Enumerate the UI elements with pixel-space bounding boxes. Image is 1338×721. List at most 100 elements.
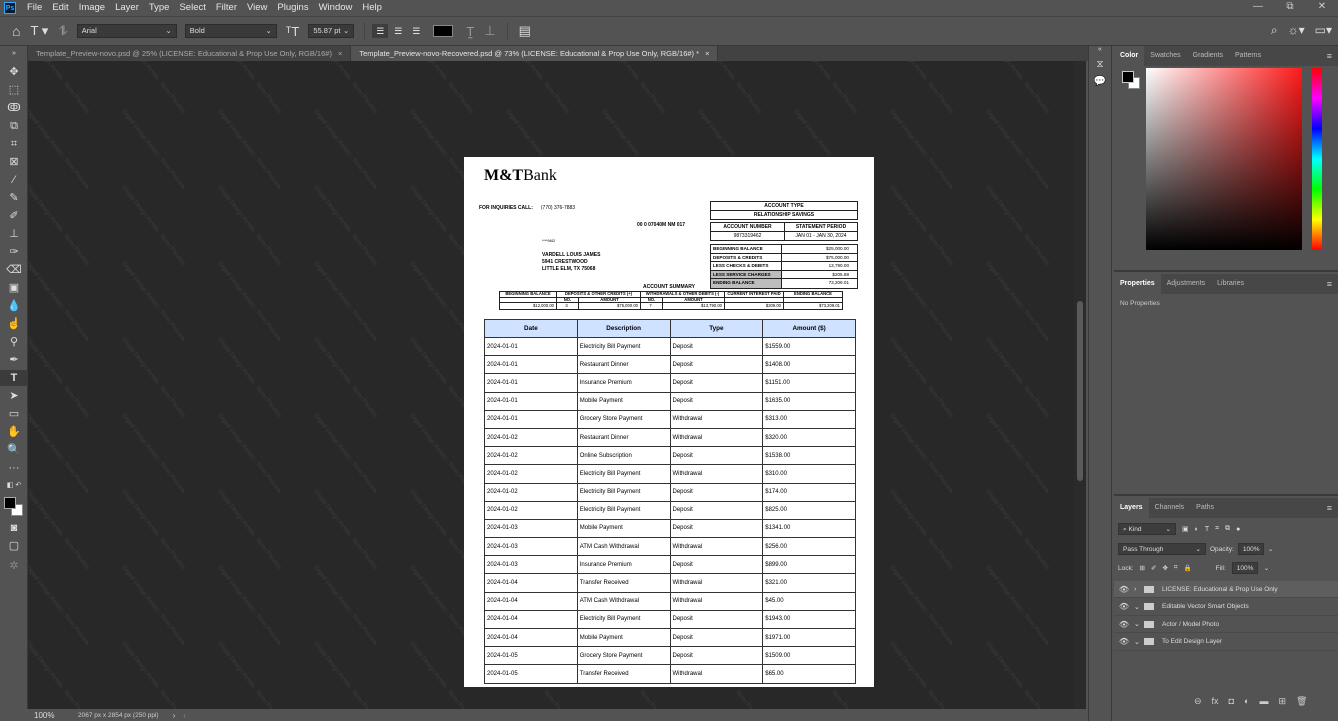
brush-tool-icon[interactable]: ✐ (0, 208, 28, 224)
layer-row[interactable]: 👁 ⌄ Actor / Model Photo (1114, 616, 1338, 633)
frame-tool-icon[interactable]: ⊠ (0, 154, 28, 170)
canvas-area[interactable]: Digital Design Assets - Novo Preview Digi… (28, 61, 1074, 709)
menu-plugins[interactable]: Plugins (272, 0, 313, 16)
blend-mode-select[interactable]: Pass Through ⌄ (1118, 543, 1206, 555)
history-brush-tool-icon[interactable]: ✑ (0, 244, 28, 260)
object-selection-tool-icon[interactable]: ⧉ (0, 118, 28, 134)
more-tools-icon[interactable]: ··· (0, 460, 28, 476)
restore-button[interactable]: ⧉ (1274, 0, 1306, 16)
foreground-color-swatch[interactable] (1122, 71, 1134, 83)
font-family-select[interactable]: Arial ⌄ (76, 24, 177, 38)
chevron-right-icon[interactable]: › (1134, 586, 1144, 593)
link-layers-icon[interactable]: ⊖ (1194, 696, 1202, 707)
filter-smart-object-icon[interactable]: ⧉ (1225, 525, 1230, 533)
opacity-input[interactable]: 100% (1237, 543, 1264, 555)
menu-file[interactable]: File (22, 0, 47, 16)
tab-color[interactable]: Color (1114, 46, 1145, 66)
fill-input[interactable]: 100% (1231, 562, 1258, 574)
panel-menu-icon[interactable]: ≡ (1327, 503, 1332, 513)
brightness-icon[interactable]: ☼▾ (1288, 23, 1305, 38)
crop-tool-icon[interactable]: ⌗ (0, 136, 28, 152)
filter-adjustment-icon[interactable]: ◐ (1195, 526, 1199, 533)
lock-position-icon[interactable]: ✥ (1162, 564, 1167, 572)
tab-layers[interactable]: Layers (1114, 498, 1149, 518)
visibility-eye-icon[interactable]: 👁 (1114, 620, 1134, 629)
lasso-tool-icon[interactable]: ↂ (0, 100, 28, 116)
lock-transparent-icon[interactable]: ⊞ (1140, 564, 1145, 572)
add-mask-icon[interactable]: ◘ (1229, 696, 1234, 707)
layer-style-icon[interactable]: fx (1212, 696, 1219, 707)
close-window-button[interactable]: ✕ (1306, 0, 1338, 16)
layer-row[interactable]: 👁 ⌄ Editable Vector Smart Objects (1114, 599, 1338, 616)
eraser-tool-icon[interactable]: ⌫ (0, 262, 28, 278)
visibility-eye-icon[interactable]: 👁 (1114, 637, 1134, 646)
chevron-down-icon[interactable]: ⌄ (1134, 620, 1144, 628)
menu-edit[interactable]: Edit (47, 0, 73, 16)
tab-patterns[interactable]: Patterns (1229, 46, 1267, 66)
tab-paths[interactable]: Paths (1190, 498, 1220, 518)
text-color-swatch[interactable] (433, 25, 454, 37)
swap-colors-icon[interactable]: ◧ ↶ (0, 478, 28, 494)
new-group-icon[interactable]: ▬ (1259, 696, 1268, 707)
collapse-toolbar-icon[interactable]: » (0, 46, 28, 62)
screen-mode-icon[interactable]: ▢ (0, 538, 28, 554)
lock-all-icon[interactable]: 🔒 (1184, 564, 1192, 572)
eyedropper-tool-icon[interactable]: ⁄ (0, 172, 28, 188)
home-icon[interactable]: ⌂ (12, 23, 20, 39)
zoom-level[interactable]: 100% (28, 711, 68, 720)
close-icon[interactable]: × (705, 49, 709, 58)
lock-image-icon[interactable]: ✐ (1151, 564, 1156, 572)
tab-channels[interactable]: Channels (1149, 498, 1191, 518)
font-style-select[interactable]: Bold ⌄ (184, 24, 277, 38)
generative-icon[interactable]: ✲ (0, 558, 28, 574)
close-icon[interactable]: × (338, 49, 342, 58)
align-left-button[interactable]: ☰ (372, 24, 389, 38)
cancel-edit-icon[interactable]: ⊥ (484, 23, 495, 39)
font-size-select[interactable]: 55.87 pt ⌄ (308, 24, 355, 38)
filter-pixel-icon[interactable]: ▣ (1182, 525, 1189, 533)
scroll-thumb[interactable] (1077, 301, 1083, 481)
vertical-scrollbar[interactable] (1074, 61, 1086, 709)
pen-tool-icon[interactable]: ✒ (0, 352, 28, 368)
path-selection-tool-icon[interactable]: ➤ (0, 388, 28, 404)
panel-menu-icon[interactable]: ≡ (1327, 279, 1332, 289)
align-center-button[interactable]: ☰ (390, 24, 407, 38)
menu-type[interactable]: Type (144, 0, 175, 16)
tab-libraries[interactable]: Libraries (1211, 274, 1250, 294)
gradient-tool-icon[interactable]: ▣ (0, 280, 28, 296)
filter-shape-icon[interactable]: ⌗ (1215, 525, 1219, 533)
filter-toggle-icon[interactable]: ● (1236, 526, 1240, 533)
panel-menu-icon[interactable]: ≡ (1327, 51, 1332, 61)
marquee-tool-icon[interactable]: ⬚ (0, 82, 28, 98)
dodge-tool-icon[interactable]: ⚲ (0, 334, 28, 350)
hue-slider[interactable] (1312, 68, 1322, 250)
layer-row[interactable]: 👁 ⌄ To Edit Design Layer (1114, 634, 1338, 651)
minimize-button[interactable]: — (1242, 0, 1274, 16)
status-menu-icon[interactable]: › (173, 711, 176, 720)
menu-select[interactable]: Select (174, 0, 210, 16)
menu-help[interactable]: Help (357, 0, 387, 16)
scroll-left-icon[interactable]: ‹ (183, 711, 186, 720)
color-swatches[interactable] (4, 497, 24, 517)
healing-brush-tool-icon[interactable]: ✎ (0, 190, 28, 206)
foreground-color-swatch[interactable] (4, 497, 16, 509)
color-picker-field[interactable] (1146, 68, 1302, 250)
layer-row[interactable]: 👁 › LICENSE: Educational & Prop Use Only (1114, 581, 1338, 598)
new-layer-icon[interactable]: ⊞ (1278, 696, 1286, 707)
workspace-icon[interactable]: ▭▾ (1315, 23, 1332, 38)
filter-type-icon[interactable]: T (1205, 526, 1209, 533)
rectangle-tool-icon[interactable]: ▭ (0, 406, 28, 422)
menu-window[interactable]: Window (314, 0, 358, 16)
search-icon[interactable]: ⌕ (1271, 23, 1278, 38)
blur-tool-icon[interactable]: 💧 (0, 298, 28, 314)
move-tool-icon[interactable]: ✥ (0, 64, 28, 80)
menu-layer[interactable]: Layer (110, 0, 144, 16)
tab-swatches[interactable]: Swatches (1144, 46, 1186, 66)
hand-tool-icon[interactable]: ✋ (0, 424, 28, 440)
chevron-down-icon[interactable]: ⌄ (1268, 545, 1273, 553)
menu-image[interactable]: Image (74, 0, 110, 16)
chevron-down-icon[interactable]: ⌄ (1134, 638, 1144, 646)
tab-document-1[interactable]: Template_Preview-novo.psd @ 25% (LICENSE… (28, 46, 352, 61)
menu-filter[interactable]: Filter (211, 0, 242, 16)
menu-view[interactable]: View (242, 0, 272, 16)
